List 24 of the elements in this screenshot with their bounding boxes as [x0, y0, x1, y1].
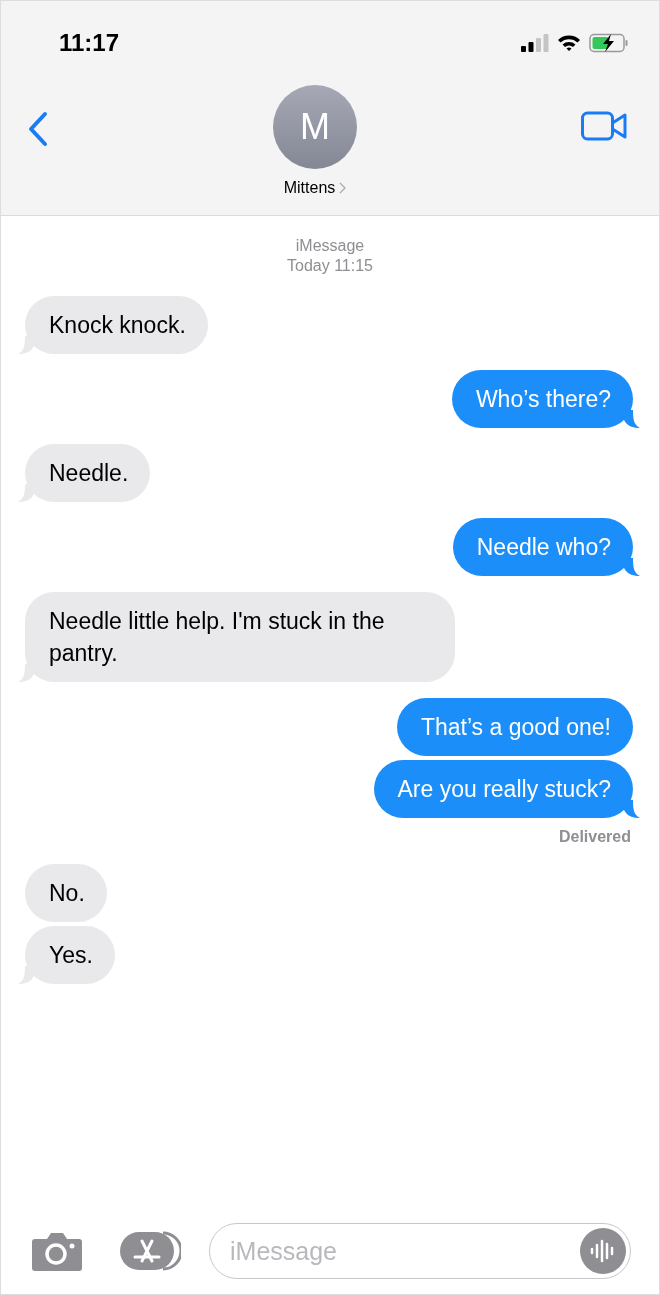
app-store-button[interactable] [119, 1231, 181, 1271]
message-bubble: Who’s there? [451, 370, 633, 428]
chevron-icon [339, 182, 347, 194]
message-input-field[interactable]: iMessage [209, 1223, 631, 1279]
message-bubble: Are you really stuck? [373, 760, 633, 818]
signal-icon [521, 34, 549, 52]
battery-icon [589, 33, 629, 53]
video-call-button[interactable] [581, 111, 627, 141]
status-time: 11:17 [59, 29, 120, 57]
back-button[interactable] [27, 111, 49, 147]
message-bubble: Yes. [25, 926, 115, 984]
message-bubble: Needle who? [452, 518, 633, 576]
message-bubble: Needle little help. I'm stuck in the pantry. [25, 592, 455, 682]
camera-button[interactable] [31, 1231, 83, 1271]
service-label: iMessage [294, 236, 366, 256]
message-bubble: That’s a good one! [396, 698, 633, 756]
waveform-icon [590, 1239, 616, 1263]
contact-name[interactable]: Mittens [283, 179, 347, 197]
message-bubble: Needle. [25, 444, 151, 502]
wifi-icon [557, 34, 581, 52]
message-bubble: Knock knock. [25, 296, 208, 354]
thread-timestamp: Today 11:15 [286, 256, 374, 276]
message-bubble: No. [25, 864, 107, 922]
delivery-status: Delivered [558, 828, 631, 846]
